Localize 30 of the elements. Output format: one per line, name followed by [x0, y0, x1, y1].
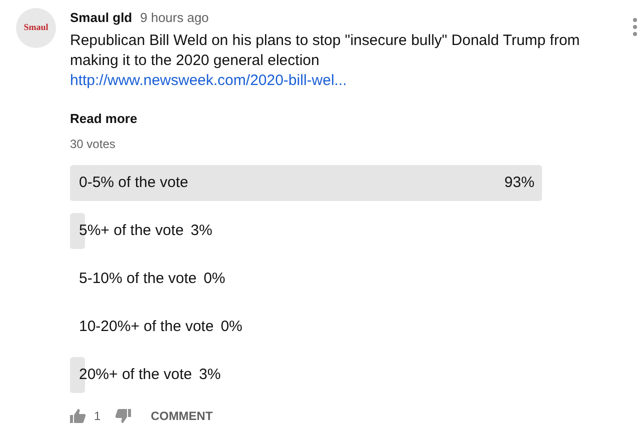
thumbs-down-icon — [114, 409, 131, 423]
option-percent: 0% — [220, 316, 242, 337]
option-label: 0-5% of the vote — [78, 172, 188, 193]
like-button[interactable]: 1 — [70, 407, 101, 425]
author-name[interactable]: Smaul gld — [70, 8, 132, 28]
avatar-logo-text: Smaul — [24, 21, 48, 34]
poll-option[interactable]: 5%+ of the vote 3% — [70, 213, 578, 249]
read-more-button[interactable]: Read more — [70, 108, 138, 128]
option-label: 5-10% of the vote — [78, 268, 197, 289]
option-percent: 93% — [504, 172, 534, 193]
option-label: 20%+ of the vote — [78, 364, 192, 385]
comment-text: Republican Bill Weld on his plans to stop "insecure bully" Donald Trump from making it to the 2020 general election — [70, 30, 581, 70]
like-count: 1 — [94, 408, 101, 425]
timestamp[interactable]: 9 hours ago — [140, 8, 209, 28]
option-label: 5%+ of the vote — [78, 220, 184, 241]
thumbs-up-icon — [70, 409, 86, 423]
article-link[interactable]: http://www.newsweek.com/2020-bill-wel... — [70, 70, 347, 90]
poll-option[interactable]: 20%+ of the vote 3% — [70, 357, 578, 393]
option-label: 10-20%+ of the vote — [78, 316, 214, 337]
option-percent: 3% — [199, 364, 221, 385]
more-options-icon[interactable] — [633, 18, 637, 36]
poll-option[interactable]: 0-5% of the vote 93% — [70, 165, 578, 201]
poll-option[interactable]: 5-10% of the vote 0% — [70, 261, 578, 297]
option-percent: 0% — [204, 268, 226, 289]
avatar[interactable]: Smaul — [16, 8, 56, 48]
poll-option[interactable]: 10-20%+ of the vote 0% — [70, 309, 578, 345]
option-percent: 3% — [190, 220, 212, 241]
vote-count: 30 votes — [70, 136, 116, 153]
comment-button[interactable]: COMMENT — [146, 407, 217, 425]
dislike-button[interactable] — [114, 409, 131, 423]
